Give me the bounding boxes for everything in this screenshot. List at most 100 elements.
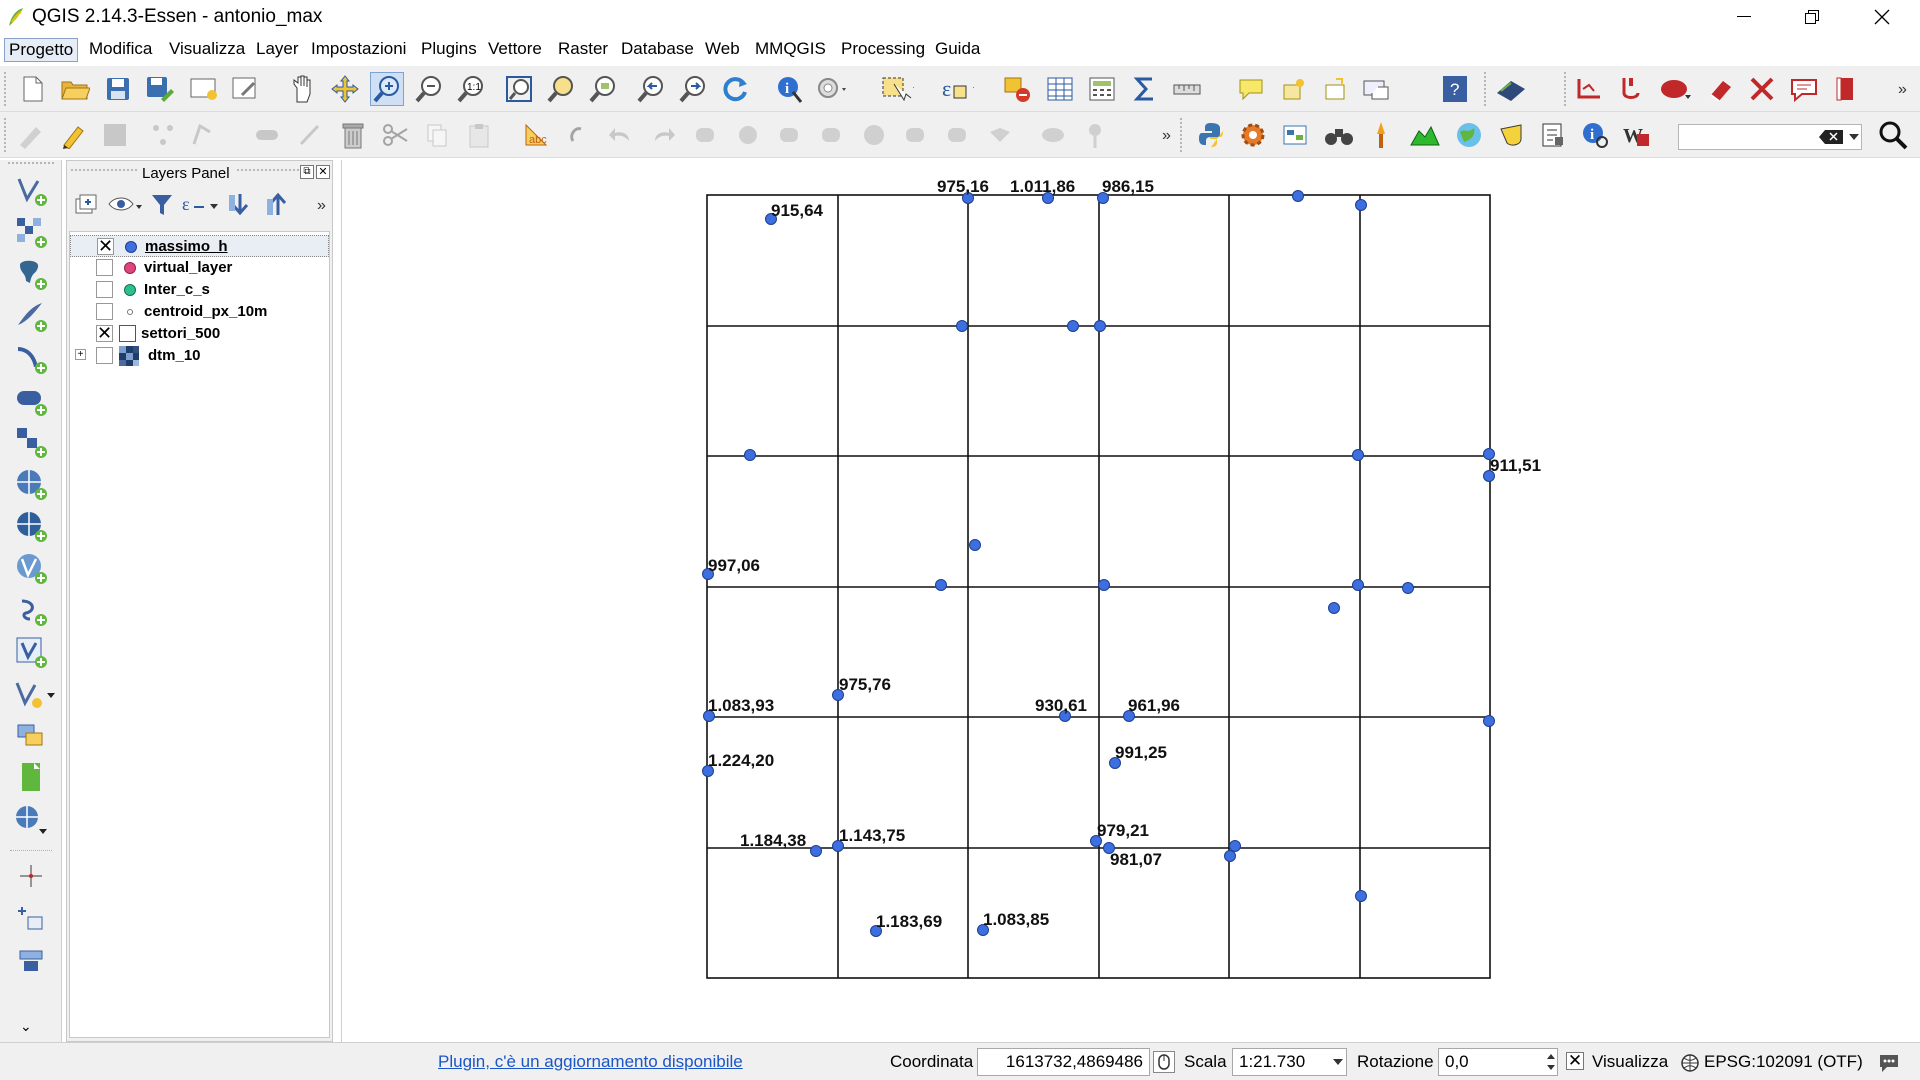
map-point[interactable]: [969, 539, 981, 551]
layer-row-inter-c-s[interactable]: Inter_c_s: [70, 279, 329, 301]
map-point[interactable]: [810, 845, 822, 857]
zoom-last-button[interactable]: [634, 72, 668, 106]
menu-layer[interactable]: Layer: [252, 38, 303, 62]
measure-button[interactable]: [1172, 72, 1206, 106]
add-group-button[interactable]: [71, 187, 101, 221]
add-db2-layer-button[interactable]: [13, 424, 49, 460]
add-vector-layer-button[interactable]: [13, 172, 49, 208]
spell-plugin-button[interactable]: [1494, 118, 1528, 152]
add-feature-button[interactable]: [146, 118, 180, 152]
map-view[interactable]: 915,64 975,16 1.011,86 986,15 911,51 997…: [342, 160, 1920, 1042]
chevron-down-icon[interactable]: [1849, 134, 1859, 142]
profile-tool-button[interactable]: [1364, 118, 1398, 152]
menu-guida[interactable]: Guida: [931, 38, 984, 62]
map-point[interactable]: [1098, 579, 1110, 591]
digitize-line-button[interactable]: [1572, 72, 1606, 106]
identify-button[interactable]: i: [773, 72, 807, 106]
capture-point-button[interactable]: [13, 858, 49, 894]
restore-button[interactable]: [1780, 0, 1844, 34]
zoom-out-button[interactable]: [412, 72, 446, 106]
zoom-to-layer-button[interactable]: [586, 72, 620, 106]
layer-row-massimo-h[interactable]: ✕ massimo_h: [70, 235, 329, 257]
refresh-button[interactable]: [718, 72, 752, 106]
add-wfs-layer-button[interactable]: [13, 550, 49, 586]
add-wms-layer-button[interactable]: [13, 466, 49, 502]
rotation-spinbox[interactable]: 0,0: [1438, 1048, 1558, 1076]
map-point[interactable]: [1229, 840, 1241, 852]
menu-web[interactable]: Web: [701, 38, 744, 62]
add-spatialite-layer-button[interactable]: [13, 298, 49, 334]
add-oracle-layer-button[interactable]: [13, 382, 49, 418]
menu-mmqgis[interactable]: MMQGIS: [751, 38, 830, 62]
delete-selected-button[interactable]: [336, 118, 370, 152]
layer-visibility-checkbox[interactable]: [96, 281, 113, 298]
new-project-button[interactable]: [16, 72, 50, 106]
node-tool-button[interactable]: [250, 118, 284, 152]
pan-to-selection-button[interactable]: [328, 72, 362, 106]
open-project-button[interactable]: [58, 72, 92, 106]
advanced-edit-8-button[interactable]: [984, 118, 1018, 152]
map-point[interactable]: [744, 449, 756, 461]
new-gpx-button[interactable]: [13, 760, 49, 796]
menu-progetto[interactable]: Progetto: [4, 38, 79, 62]
advanced-edit-1-button[interactable]: [690, 118, 724, 152]
open-attribute-table-button[interactable]: [1043, 72, 1077, 106]
toolbar-expand-chevron-icon[interactable]: ⌄: [20, 1018, 32, 1035]
menu-processing[interactable]: Processing: [837, 38, 929, 62]
statistics-button[interactable]: [1128, 72, 1162, 106]
map-point[interactable]: [1067, 320, 1079, 332]
field-calculator-button[interactable]: [1085, 72, 1119, 106]
panel-grip[interactable]: [237, 169, 299, 177]
menu-impostazioni[interactable]: Impostazioni: [307, 38, 410, 62]
delete-tool-button[interactable]: [1745, 72, 1779, 106]
move-feature-button[interactable]: [190, 118, 224, 152]
toolbar-grip[interactable]: [4, 118, 10, 152]
graphical-modeler-button[interactable]: [1278, 118, 1312, 152]
render-checkbox[interactable]: ✕: [1566, 1052, 1584, 1070]
map-tips-button[interactable]: [1234, 72, 1268, 106]
map-point[interactable]: [1402, 582, 1414, 594]
globe-plugin-button[interactable]: [1452, 118, 1486, 152]
new-spatialite-button[interactable]: [13, 718, 49, 754]
zoom-native-button[interactable]: 1:1: [454, 72, 488, 106]
toolbar-grip[interactable]: [1484, 72, 1490, 106]
toolbar-grip[interactable]: [1180, 118, 1186, 152]
zoom-to-selection-button[interactable]: [544, 72, 578, 106]
add-delimited-text-button[interactable]: [13, 592, 49, 628]
advanced-edit-7-button[interactable]: [942, 118, 976, 152]
new-bookmark-button[interactable]: [1277, 72, 1311, 106]
pan-button[interactable]: [286, 72, 320, 106]
expand-layer-icon[interactable]: +: [75, 349, 86, 360]
layer-visibility-checkbox[interactable]: [96, 347, 113, 364]
minimize-button[interactable]: [1712, 0, 1776, 34]
add-postgis-layer-button[interactable]: [13, 256, 49, 292]
show-bookmarks-button[interactable]: [1319, 72, 1353, 106]
layer-row-dtm-10[interactable]: + dtm_10: [70, 345, 329, 367]
digitize-polygon-button[interactable]: [1658, 72, 1692, 106]
map-point[interactable]: [1352, 579, 1364, 591]
crs-button[interactable]: EPSG:102091 (OTF): [1704, 1052, 1863, 1072]
expand-all-button[interactable]: [225, 187, 255, 221]
action-button[interactable]: [815, 72, 849, 106]
toolbar-grip[interactable]: [4, 72, 10, 106]
zoom-full-button[interactable]: [502, 72, 536, 106]
undo-button[interactable]: [604, 118, 638, 152]
toggle-extents-button[interactable]: [1153, 1051, 1175, 1073]
zoom-next-button[interactable]: [676, 72, 710, 106]
layer-row-settori-500[interactable]: ✕ settori_500: [70, 323, 329, 345]
menu-raster[interactable]: Raster: [554, 38, 612, 62]
advanced-edit-10-button[interactable]: [1078, 118, 1112, 152]
terrain-profile-button[interactable]: [1408, 118, 1442, 152]
panel-overflow-chevron-icon[interactable]: »: [317, 197, 326, 215]
close-panel-button[interactable]: ✕: [316, 165, 330, 179]
processing-toolbox-button[interactable]: [1236, 118, 1270, 152]
panel-grip[interactable]: [71, 169, 137, 177]
search-button[interactable]: [1876, 118, 1910, 152]
identify-features-button[interactable]: i: [1578, 118, 1612, 152]
current-edits-button[interactable]: [14, 118, 48, 152]
map-canvas[interactable]: 915,64 975,16 1.011,86 986,15 911,51 997…: [341, 160, 1920, 1042]
advanced-edit-2-button[interactable]: [732, 118, 766, 152]
toolbar-grip[interactable]: [1564, 72, 1570, 106]
label-tool-button[interactable]: abc: [520, 118, 554, 152]
coordinate-capture-button[interactable]: [13, 900, 49, 936]
